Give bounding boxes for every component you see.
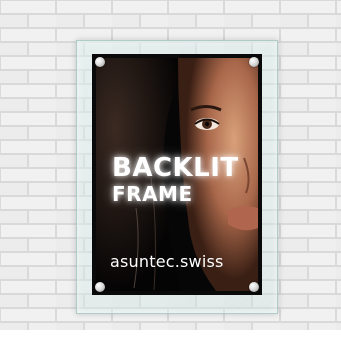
product-photo: BACKLIT FRAME asuntec.swiss: [0, 0, 341, 343]
headline-line-1: BACKLIT: [112, 153, 239, 183]
standoff-screw: [249, 57, 259, 67]
standoff-screw: [95, 282, 105, 292]
standoff-screw: [95, 57, 105, 67]
headline-line-2: FRAME: [112, 182, 193, 206]
brand-url: asuntec.swiss: [110, 252, 224, 271]
standoff-screw: [249, 282, 259, 292]
poster-headline: BACKLIT FRAME: [112, 154, 239, 206]
